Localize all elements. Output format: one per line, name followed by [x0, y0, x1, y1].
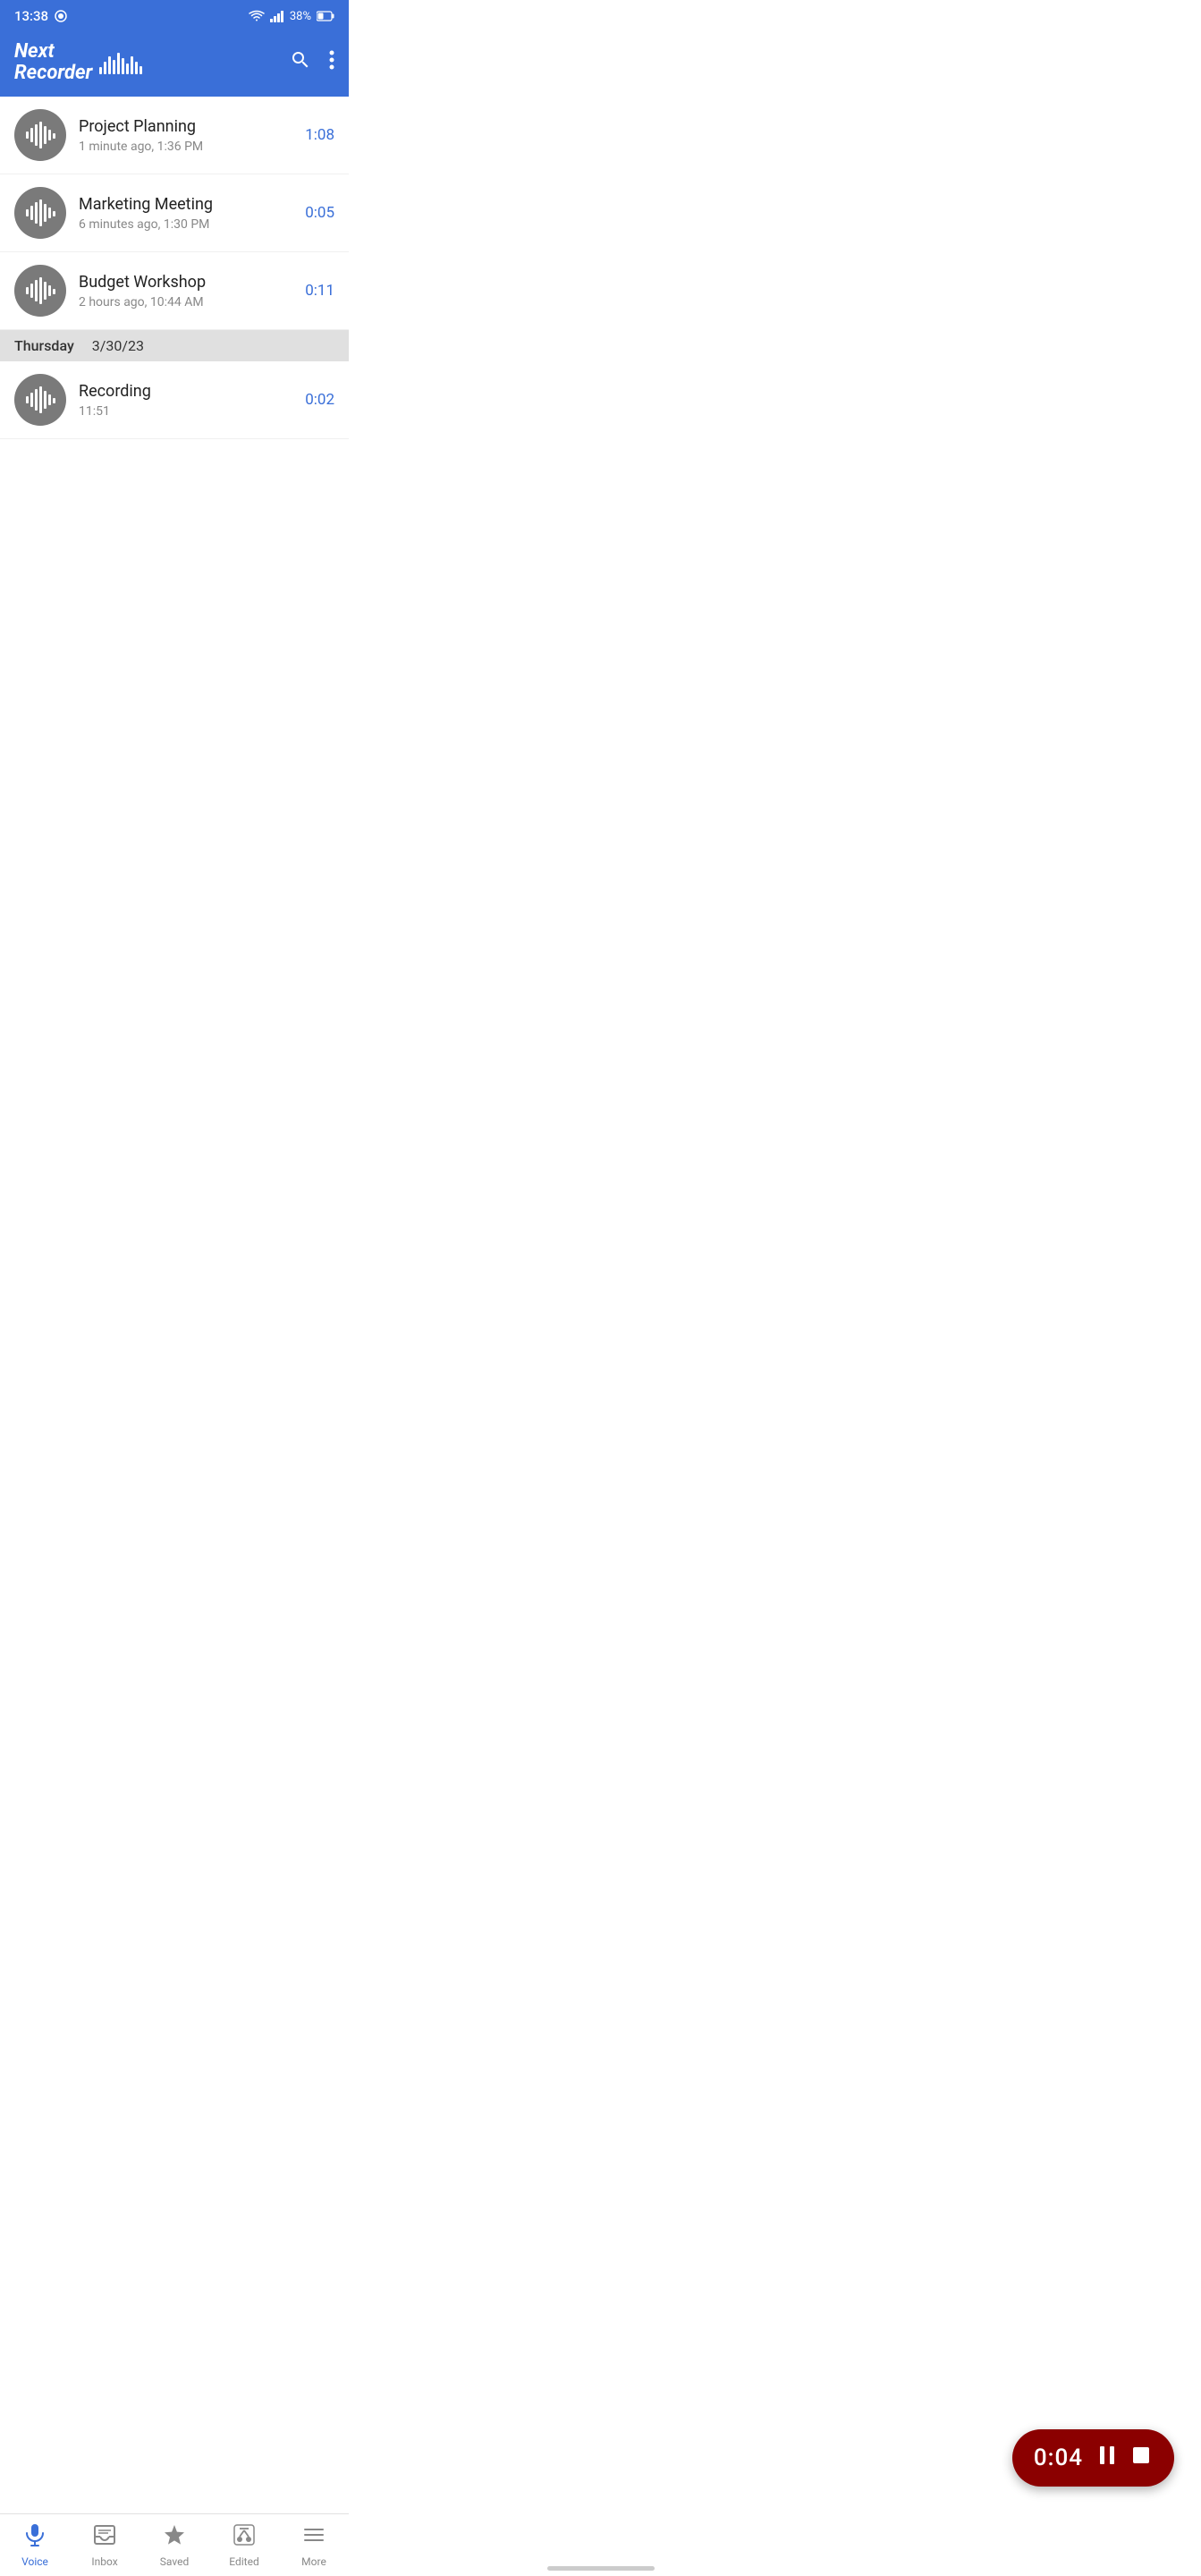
nav-label-saved: Saved: [160, 2555, 189, 2568]
recording-item[interactable]: Marketing Meeting 6 minutes ago, 1:30 PM…: [0, 174, 349, 252]
date-divider-day: Thursday: [14, 337, 74, 354]
status-time: 13:38: [14, 8, 68, 24]
recording-controls: [1095, 2444, 1153, 2472]
nav-item-inbox[interactable]: Inbox: [70, 2514, 140, 2576]
recording-title: Marketing Meeting: [79, 195, 305, 214]
pause-button[interactable]: [1095, 2444, 1119, 2472]
star-icon: [163, 2523, 186, 2552]
recording-duration: 0:02: [305, 391, 334, 409]
recording-avatar: [14, 265, 66, 317]
recording-title: Project Planning: [79, 117, 305, 136]
nav-label-inbox: Inbox: [91, 2555, 117, 2568]
status-bar: 13:38 38%: [0, 0, 349, 32]
recording-info: Recording 11:51: [79, 382, 305, 419]
inbox-icon: [93, 2523, 116, 2552]
recording-duration: 0:11: [305, 282, 334, 300]
waveform-avatar-icon: [22, 382, 58, 418]
nav-label-voice: Voice: [21, 2555, 48, 2568]
app-name-line1: Next: [14, 41, 92, 63]
waveform-avatar-icon: [22, 273, 58, 309]
stop-button[interactable]: [1129, 2444, 1153, 2472]
date-divider: Thursday 3/30/23: [0, 330, 349, 361]
date-divider-date: 3/30/23: [92, 337, 144, 354]
nav-item-voice[interactable]: Voice: [0, 2514, 70, 2576]
nav-item-saved[interactable]: Saved: [140, 2514, 209, 2576]
nav-item-edited[interactable]: Edited: [209, 2514, 279, 2576]
recording-info: Marketing Meeting 6 minutes ago, 1:30 PM: [79, 195, 305, 232]
recording-title: Recording: [79, 382, 305, 401]
recording-list: Project Planning 1 minute ago, 1:36 PM 1…: [0, 97, 349, 439]
app-logo: Next Recorder: [14, 41, 142, 84]
recording-item[interactable]: Budget Workshop 2 hours ago, 10:44 AM 0:…: [0, 252, 349, 330]
recording-avatar: [14, 187, 66, 239]
recording-avatar: [14, 374, 66, 426]
bottom-handle: [547, 2566, 655, 2571]
recording-meta: 2 hours ago, 10:44 AM: [79, 295, 305, 309]
more-options-button[interactable]: [329, 49, 334, 76]
signal-icon: [270, 10, 284, 22]
app-header: Next Recorder: [0, 32, 349, 97]
recording-meta: 1 minute ago, 1:36 PM: [79, 140, 305, 154]
recording-fab[interactable]: 0:04: [1012, 2429, 1174, 2487]
search-button[interactable]: [290, 49, 311, 76]
wifi-icon: [249, 10, 265, 22]
recording-indicator-icon: [54, 9, 68, 23]
recording-avatar: [14, 109, 66, 161]
recording-item[interactable]: Project Planning 1 minute ago, 1:36 PM 1…: [0, 97, 349, 174]
waveform-avatar-icon: [22, 117, 58, 153]
waveform-avatar-icon: [22, 195, 58, 231]
nav-label-more: More: [301, 2555, 326, 2568]
app-name-line2: Recorder: [14, 63, 92, 84]
recording-info: Project Planning 1 minute ago, 1:36 PM: [79, 117, 305, 154]
scissors-icon: [233, 2523, 256, 2552]
battery-icon: [317, 11, 334, 21]
recording-info: Budget Workshop 2 hours ago, 10:44 AM: [79, 273, 305, 309]
recording-meta: 6 minutes ago, 1:30 PM: [79, 217, 305, 232]
nav-item-more[interactable]: More: [279, 2514, 349, 2576]
recording-duration: 1:08: [305, 126, 334, 144]
app-logo-waveform: [99, 53, 142, 74]
recording-title: Budget Workshop: [79, 273, 305, 292]
status-right: 38%: [249, 10, 334, 23]
recording-timer: 0:04: [1034, 2445, 1083, 2471]
recording-item[interactable]: Recording 11:51 0:02: [0, 361, 349, 439]
more-icon: [302, 2523, 326, 2552]
nav-label-edited: Edited: [229, 2555, 258, 2568]
recording-meta: 11:51: [79, 404, 305, 419]
bottom-nav: Voice Inbox Saved: [0, 2513, 349, 2576]
battery-display: 38%: [290, 10, 311, 23]
header-icons: [290, 49, 334, 76]
time-display: 13:38: [14, 8, 48, 24]
microphone-icon: [23, 2523, 47, 2552]
recording-duration: 0:05: [305, 204, 334, 222]
